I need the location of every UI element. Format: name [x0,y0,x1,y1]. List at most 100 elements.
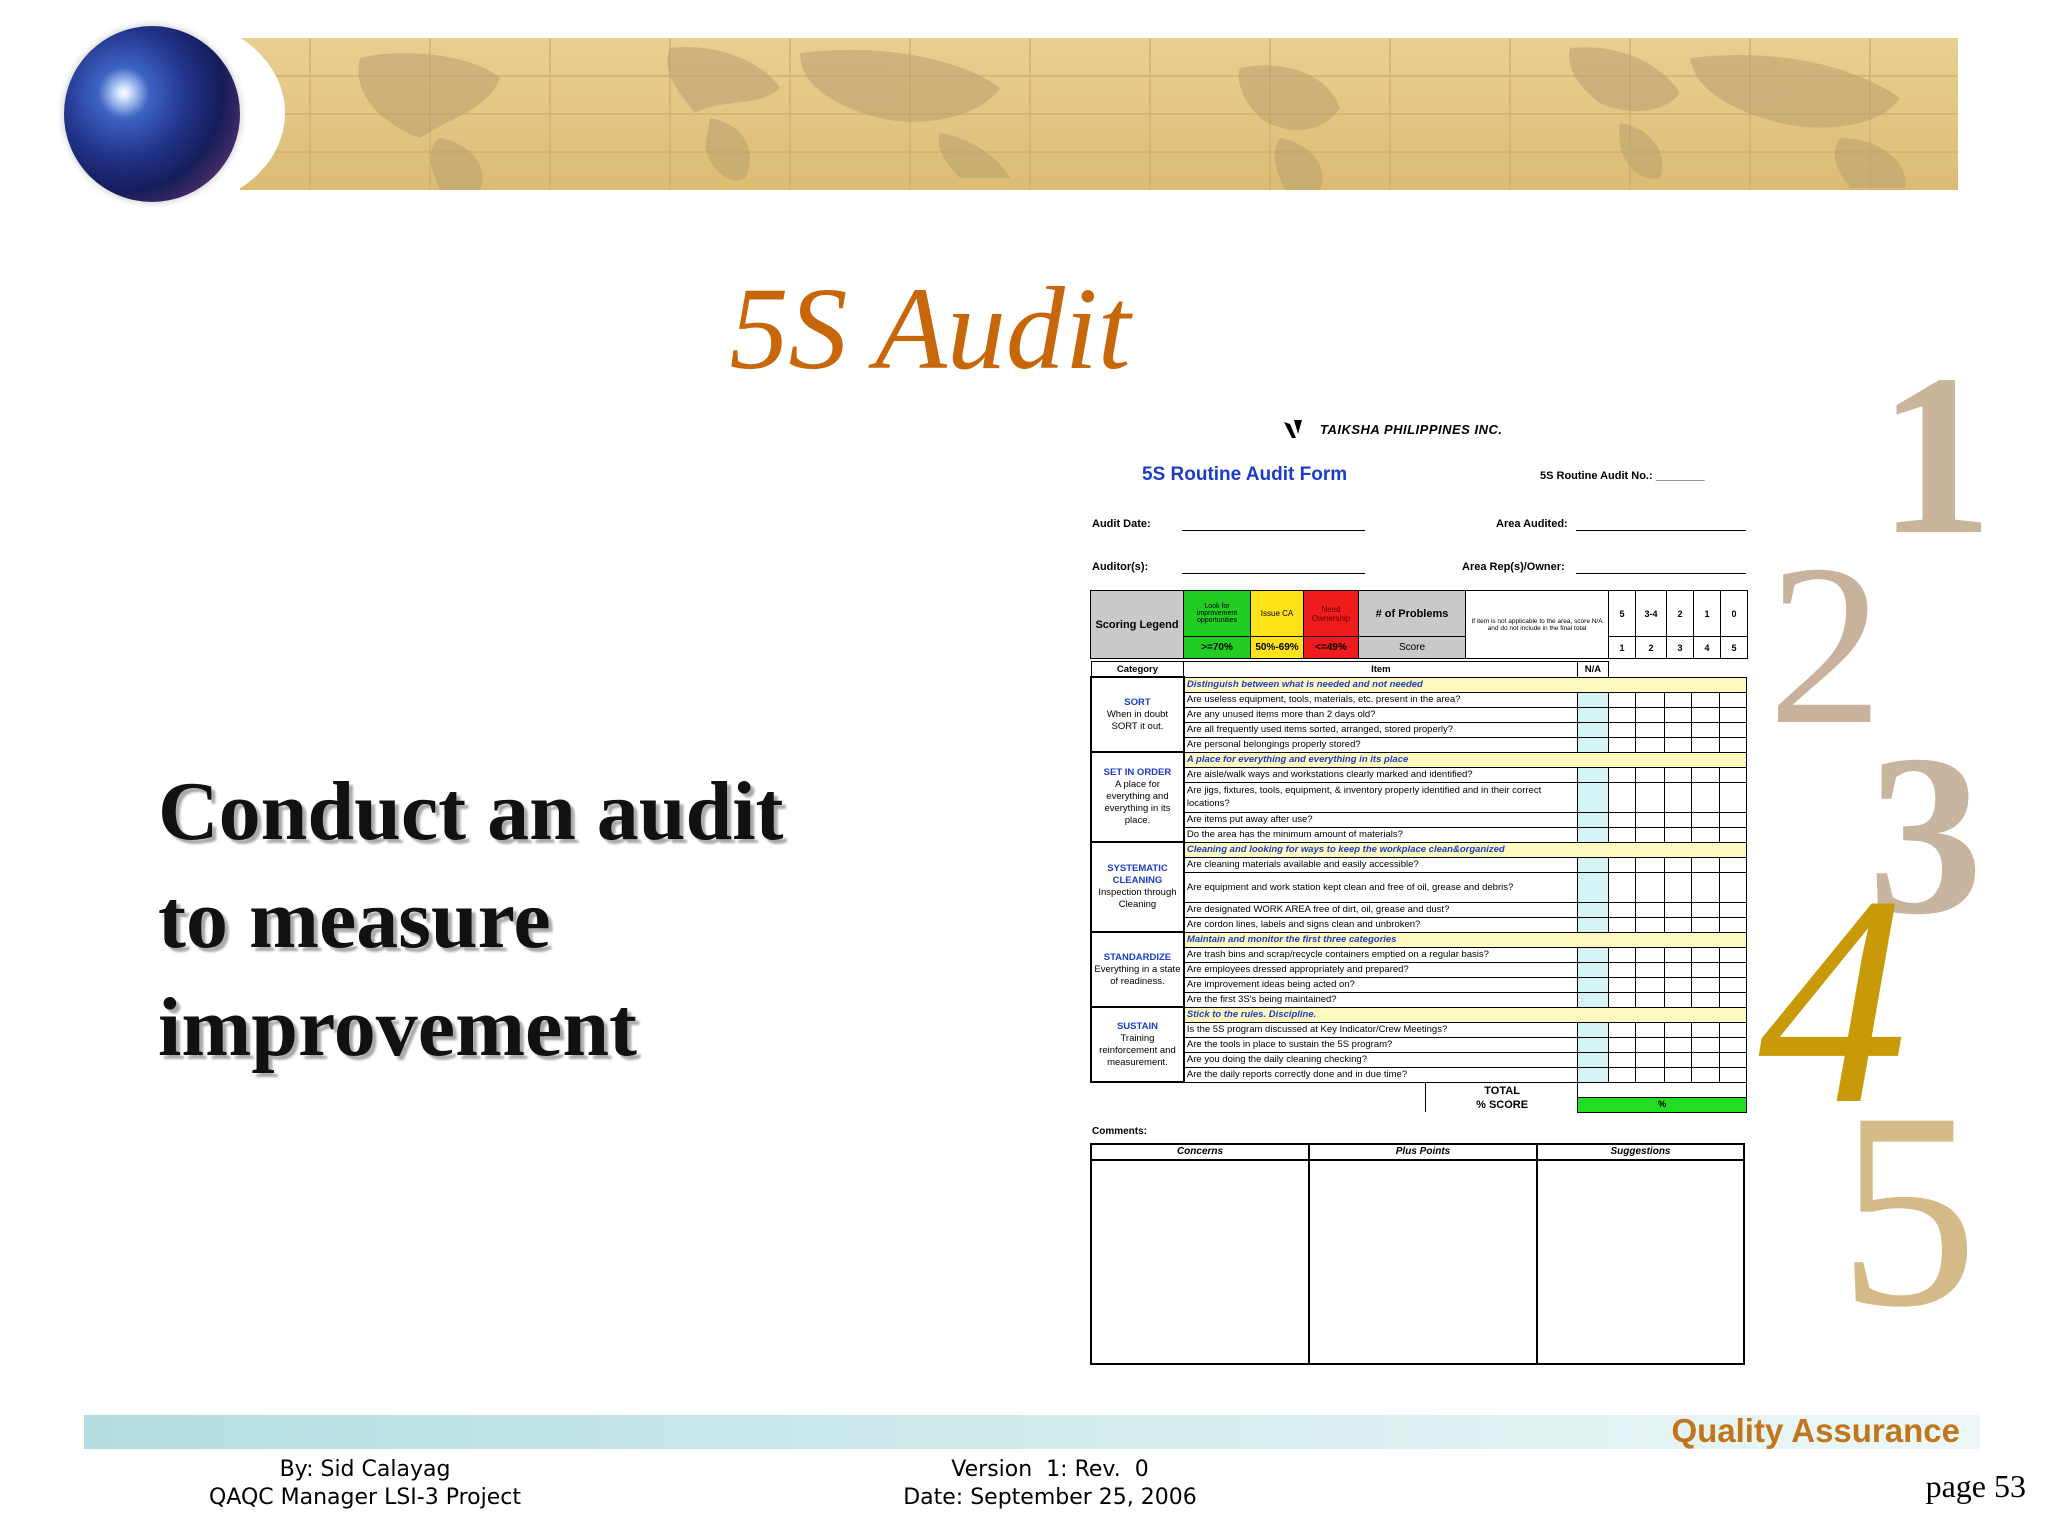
audit-item: Are items put away after use? [1183,811,1579,828]
comment-column-suggestions: Suggestions [1610,1146,1671,1157]
audit-item: Are you doing the daily cleaning checkin… [1183,1051,1579,1068]
area-audited-label: Area Audited: [1496,518,1568,530]
problem-count: 2 [1666,590,1694,637]
category-name: SORT [1124,696,1151,708]
audit-form: TAIKSHA PHILIPPINES INC. 5S Routine Audi… [1090,418,1750,1368]
category-set-in-order: SET IN ORDER A place for everything and e… [1090,751,1185,843]
category-sustain: SUSTAIN Training reinforcement and measur… [1090,1006,1185,1083]
author-line-2: QAQC Manager LSI-3 Project [209,1485,521,1510]
audit-item: Are jigs, fixtures, tools, equipment, & … [1183,781,1579,813]
audit-item: Are the first 3S's being maintained? [1183,991,1579,1008]
header-banner [240,38,1958,190]
form-title: 5S Routine Audit Form [1142,464,1348,485]
section-heading: Cleaning and looking for ways to keep th… [1183,841,1747,858]
score-label: % SCORE [1424,1097,1578,1112]
footer-version: Version 1: Rev. 0 Date: September 25, 20… [860,1456,1240,1512]
category-name: SET IN ORDER [1103,767,1172,778]
audit-item: Are personal belongings properly stored? [1183,736,1579,753]
legend-na-note: If item is not applicable to the area, s… [1465,590,1609,659]
score-value: 2 [1635,636,1667,659]
audit-item: Are cordon lines, labels and signs clean… [1183,916,1579,933]
problem-count: 5 [1608,590,1636,637]
comment-column-concerns: Concerns [1176,1146,1224,1157]
comments-box: Concerns Plus Points Suggestions [1090,1143,1745,1365]
auditors-line [1182,573,1365,574]
area-rep-label: Area Rep(s)/Owner: [1462,561,1565,573]
score-value-cell: % [1577,1096,1747,1113]
world-map-graphic [240,38,1958,190]
audit-item: Is the 5S program discussed at Key Indic… [1183,1021,1579,1038]
scoring-legend: Scoring Legend Look for improvement oppo… [1090,590,1748,659]
legend-problems-label: # of Problems [1358,590,1466,637]
score-value: 5 [1720,636,1748,659]
number-2: 2 [1768,517,1883,772]
audit-date-line [1182,530,1365,531]
legend-label: Scoring Legend [1090,590,1184,659]
category-name: SUSTAIN [1116,1020,1158,1032]
quality-assurance-label: Quality Assurance [1671,1412,1960,1449]
category-desc: Everything in a state of readiness. [1094,963,1181,987]
section-heading: Stick to the rules. Discipline. [1183,1006,1747,1023]
problem-count: 0 [1720,590,1748,637]
globe-icon [64,26,240,202]
auditors-label: Auditor(s): [1092,561,1149,573]
legend-green-range: >=70% [1183,636,1251,659]
slide-title: 5S Audit [729,263,1131,394]
section-heading: Distinguish between what is needed and n… [1183,676,1747,693]
category-desc: When in doubt SORT it out. [1106,708,1169,732]
score-value: 3 [1666,636,1694,659]
problem-count: 1 [1693,590,1721,637]
section-heading: A place for everything and everything in… [1183,751,1747,768]
header-na: N/A [1577,661,1609,678]
author-line-1: By: Sid Calayag [279,1457,451,1482]
main-text-line-3: improvement [158,981,638,1074]
audit-item: Are employees dressed appropriately and … [1183,961,1579,978]
audit-checklist-table: Category Item N/A SORT When in doubt SORT… [1090,661,1748,1113]
footer-author: By: Sid Calayag QAQC Manager LSI-3 Proje… [190,1456,540,1512]
company-logo-icon [1284,420,1302,438]
comment-column-plus-points: Plus Points [1395,1146,1451,1157]
audit-item: Are designated WORK AREA free of dirt, o… [1183,901,1579,918]
company-name: TAIKSHA PHILIPPINES INC. [1320,422,1503,437]
legend-yellow-range: 50%-69% [1250,636,1304,659]
problem-count: 3-4 [1635,590,1667,637]
audit-item: Are all frequently used items sorted, ar… [1183,721,1579,738]
legend-yellow-label: Issue CA [1250,590,1304,637]
main-text-line-1: Conduct an audit [158,765,784,858]
number-1: 1 [1878,327,1993,582]
audit-item: Are cleaning materials available and eas… [1183,856,1579,873]
audit-item: Are the daily reports correctly done and… [1183,1066,1579,1083]
legend-score-label: Score [1358,636,1466,659]
decorative-numbers: 1 2 3 4 5 [1758,340,2048,1365]
score-value: 1 [1608,636,1636,659]
category-desc: A place for everything and everything in… [1104,779,1171,826]
category-standardize: STANDARDIZE Everything in a state of read… [1090,931,1185,1008]
audit-date-label: Audit Date: [1092,518,1151,530]
category-desc: Inspection through Cleaning [1098,887,1177,910]
slide-main-text: Conduct an audit to measure improvement [158,758,918,1082]
audit-item: Are useless equipment, tools, materials,… [1183,691,1579,708]
header-item: Item [1183,661,1579,678]
score-value: 4 [1693,636,1721,659]
page-number: page 53 [1925,1468,2026,1504]
audit-item: Are the tools in place to sustain the 5S… [1183,1036,1579,1053]
area-rep-line [1576,573,1746,574]
section-heading: Maintain and monitor the first three cat… [1183,931,1747,948]
audit-item: Are any unused items more than 2 days ol… [1183,706,1579,723]
total-label: TOTAL [1424,1082,1578,1097]
comments-label: Comments: [1092,1126,1148,1137]
category-systematic-cleaning: SYSTEMATIC CLEANING Inspection through Cl… [1090,841,1185,933]
area-audited-line [1576,530,1746,531]
audit-item: Are aisle/walk ways and workstations cle… [1183,766,1579,783]
audit-item: Are equipment and work station kept clea… [1183,871,1579,903]
legend-red-label: Need Ownership [1303,590,1359,637]
category-name: SYSTEMATIC CLEANING [1107,863,1168,886]
number-5: 5 [1838,1054,1978,1365]
legend-green-label: Look for improvement opportunities [1183,590,1251,637]
audit-item: Are improvement ideas being acted on? [1183,976,1579,993]
legend-red-range: <=49% [1303,636,1359,659]
audit-no-label: 5S Routine Audit No.: ________ [1540,470,1705,482]
version-line-2: Date: September 25, 2006 [903,1485,1197,1510]
header-category: Category [1090,661,1185,678]
audit-item: Are trash bins and scrap/recycle contain… [1183,946,1579,963]
